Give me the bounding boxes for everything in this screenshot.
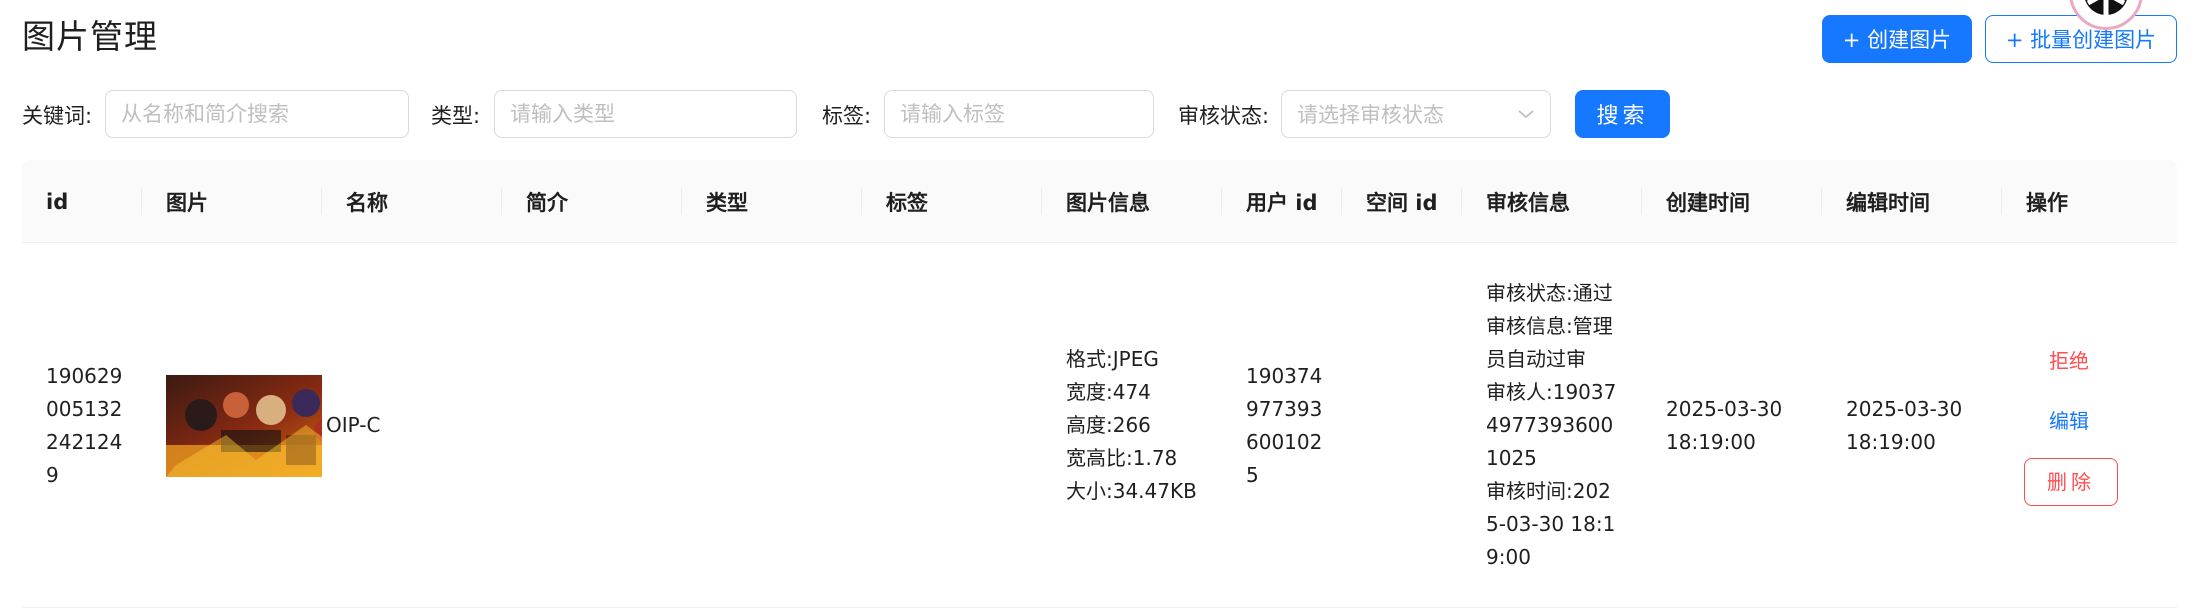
- pic-ratio: 宽高比:1.78: [1066, 446, 1178, 470]
- review-status-placeholder: 请选择审核状态: [1297, 103, 1444, 127]
- picture-table: id 图片 名称 简介 类型 标签 图片信息 用户 id 空间 id 审核信息 …: [22, 160, 2177, 608]
- review-message: 审核信息:管理员自动过审: [1486, 314, 1613, 371]
- column-header-tags[interactable]: 标签: [862, 160, 1042, 243]
- reject-button[interactable]: 拒绝: [2024, 345, 2089, 378]
- table-header: id 图片 名称 简介 类型 标签 图片信息 用户 id 空间 id 审核信息 …: [22, 160, 2177, 243]
- reviewer: 审核人:1903749773936001025: [1486, 380, 1617, 470]
- cell-create-time: 2025-03-30 18:19:00: [1642, 243, 1822, 608]
- cell-space-id: [1342, 243, 1462, 608]
- cell-picture: [142, 243, 322, 608]
- picture-id: 1906290051322421249: [46, 363, 123, 487]
- type-label: 类型:: [431, 104, 481, 128]
- type-input[interactable]: [494, 90, 797, 138]
- cell-review-info: 审核状态:通过 审核信息:管理员自动过审 审核人:190374977393600…: [1462, 243, 1642, 608]
- cell-pic-info: 格式:JPEG 宽度:474 高度:266 宽高比:1.78 大小:34.47K…: [1042, 243, 1222, 608]
- picture-thumbnail-image: [166, 374, 322, 477]
- column-header-intro[interactable]: 简介: [502, 160, 682, 243]
- column-header-actions[interactable]: 操作: [2002, 160, 2177, 243]
- column-header-id[interactable]: id: [22, 160, 142, 243]
- cell-actions: 拒绝 编辑 删除: [2002, 243, 2177, 608]
- review-time: 审核时间:2025-03-30 18:19:00: [1486, 479, 1616, 569]
- cell-category: [682, 243, 862, 608]
- cell-tags: [862, 243, 1042, 608]
- cell-name: OIP-C: [322, 243, 502, 608]
- keyword-label: 关键词:: [22, 104, 93, 128]
- user-id: 1903749773936001025: [1246, 363, 1323, 487]
- review-status: 审核状态:通过: [1486, 281, 1613, 305]
- column-header-name[interactable]: 名称: [322, 160, 502, 243]
- tags-input[interactable]: [884, 90, 1154, 138]
- column-header-user-id[interactable]: 用户 id: [1222, 160, 1342, 243]
- chevron-down-icon: [1518, 110, 1534, 119]
- cell-edit-time: 2025-03-30 18:19:00: [1822, 243, 2002, 608]
- column-header-category[interactable]: 类型: [682, 160, 862, 243]
- column-header-picture[interactable]: 图片: [142, 160, 322, 243]
- column-header-space-id[interactable]: 空间 id: [1342, 160, 1462, 243]
- cell-intro: [502, 243, 682, 608]
- search-button[interactable]: 搜索: [1575, 90, 1670, 138]
- keyword-input[interactable]: [105, 90, 409, 138]
- table-row: 1906290051322421249 OIP-C 格式:JPEG 宽度:474…: [22, 243, 2177, 608]
- cell-user-id: 1903749773936001025: [1222, 243, 1342, 608]
- column-header-pic-info[interactable]: 图片信息: [1042, 160, 1222, 243]
- tags-label: 标签:: [822, 104, 872, 128]
- cell-id: 1906290051322421249: [22, 243, 142, 608]
- create-picture-button[interactable]: + 创建图片: [1822, 15, 1972, 63]
- column-header-review-info[interactable]: 审核信息: [1462, 160, 1642, 243]
- create-time: 2025-03-30 18:19:00: [1666, 396, 1783, 454]
- pic-height: 高度:266: [1066, 413, 1151, 437]
- column-header-edit-time[interactable]: 编辑时间: [1822, 160, 2002, 243]
- edit-button[interactable]: 编辑: [2024, 405, 2089, 438]
- pic-size: 大小:34.47KB: [1066, 479, 1197, 503]
- delete-button[interactable]: 删除: [2024, 458, 2118, 506]
- user-avatar-icon: [2085, 0, 2127, 15]
- batch-create-picture-button[interactable]: + 批量创建图片: [1985, 15, 2177, 63]
- edit-time: 2025-03-30 18:19:00: [1846, 396, 1963, 454]
- page-title: 图片管理: [22, 17, 158, 56]
- review-status-label: 审核状态:: [1178, 104, 1270, 128]
- column-header-create-time[interactable]: 创建时间: [1642, 160, 1822, 243]
- pic-format: 格式:JPEG: [1066, 347, 1159, 371]
- picture-name: OIP-C: [326, 413, 381, 437]
- picture-thumbnail[interactable]: [166, 374, 322, 477]
- review-status-select[interactable]: 请选择审核状态: [1281, 90, 1551, 138]
- pic-width: 宽度:474: [1066, 380, 1151, 404]
